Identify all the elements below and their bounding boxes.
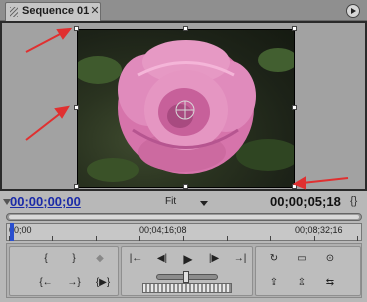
loop-button[interactable]: ↻ [264,251,284,267]
time-ruler: 00;00 00;04;16;08 00;08;32;16 [6,213,362,241]
zoom-scroll-thumb[interactable] [9,215,359,219]
video-frame[interactable] [77,29,295,188]
go-to-out-button[interactable]: →} [64,275,84,291]
transform-handle-bottom-left[interactable] [74,184,79,189]
shuttle-control[interactable] [142,283,232,293]
step-back-edit-button[interactable]: |← [126,251,146,267]
panel-tab-bar: Sequence 01 ✕ [0,0,367,21]
transform-handle-bottom-right[interactable] [292,184,297,189]
panel-menu-icon[interactable] [346,4,360,18]
transform-handle-top[interactable] [183,26,188,31]
grip-icon[interactable] [10,7,18,17]
close-icon[interactable]: ✕ [89,5,101,17]
set-marker-button[interactable]: ◆ [90,251,110,267]
marker-group: { } ◆ {← →} {▶} [9,246,119,296]
mark-out-button[interactable]: } [64,251,84,267]
tab-title: Sequence 01 [22,5,90,17]
step-forward-edit-button[interactable]: →| [230,251,250,267]
playback-group: |← ◀| ▶ |▶ →| [121,246,253,296]
jog-slider[interactable] [156,271,218,283]
zoom-scroll-bar[interactable] [6,213,362,221]
jog-slider-thumb[interactable] [183,271,189,283]
go-to-in-button[interactable]: {← [36,275,56,291]
playhead[interactable] [10,223,14,241]
transform-handle-left[interactable] [74,105,79,110]
transform-handle-top-left[interactable] [74,26,79,31]
transform-handle-bottom[interactable] [183,184,188,189]
transport-controls: { } ◆ {← →} {▶} |← ◀| ▶ |▶ →| ↻ ▭ ⊙ ⇪ ⇫ … [6,243,362,298]
safe-margins-button[interactable]: ▭ [292,251,312,267]
tick [52,236,53,241]
trim-button[interactable]: ⇆ [320,275,340,291]
tick-label: 00;04;16;08 [139,225,187,235]
transform-handle-right[interactable] [292,105,297,110]
tick-label: 00;08;32;16 [295,225,343,235]
tick-row[interactable]: 00;00 00;04;16;08 00;08;32;16 [6,223,362,241]
zoom-select[interactable]: Fit [165,196,176,207]
chevron-down-icon[interactable] [200,201,208,206]
tick [183,236,184,241]
in-out-duration-icon[interactable]: {} [350,195,357,207]
play-button[interactable]: ▶ [178,251,198,267]
current-timecode[interactable]: 00;00;00;00 [10,194,81,209]
tick [139,236,140,241]
play-in-to-out-button[interactable]: {▶} [90,275,116,291]
monitor-time-bar: 00;00;00;00 Fit 00;00;05;18 {} [0,191,367,213]
tick [227,236,228,241]
tab-sequence[interactable]: Sequence 01 ✕ [5,2,101,21]
output-button[interactable]: ⊙ [320,251,340,267]
extract-button[interactable]: ⇫ [292,275,312,291]
tick [357,236,358,241]
duration-timecode: 00;00;05;18 [270,194,341,209]
mark-in-button[interactable]: { [36,251,56,267]
output-group: ↻ ▭ ⊙ ⇪ ⇫ ⇆ [255,246,361,296]
tick [314,236,315,241]
transform-handle-top-right[interactable] [292,26,297,31]
tick [270,236,271,241]
rose-image [78,40,294,182]
step-forward-button[interactable]: |▶ [204,251,224,267]
tick [96,236,97,241]
program-monitor [0,21,367,191]
lift-button[interactable]: ⇪ [264,275,284,291]
step-back-button[interactable]: ◀| [152,251,172,267]
